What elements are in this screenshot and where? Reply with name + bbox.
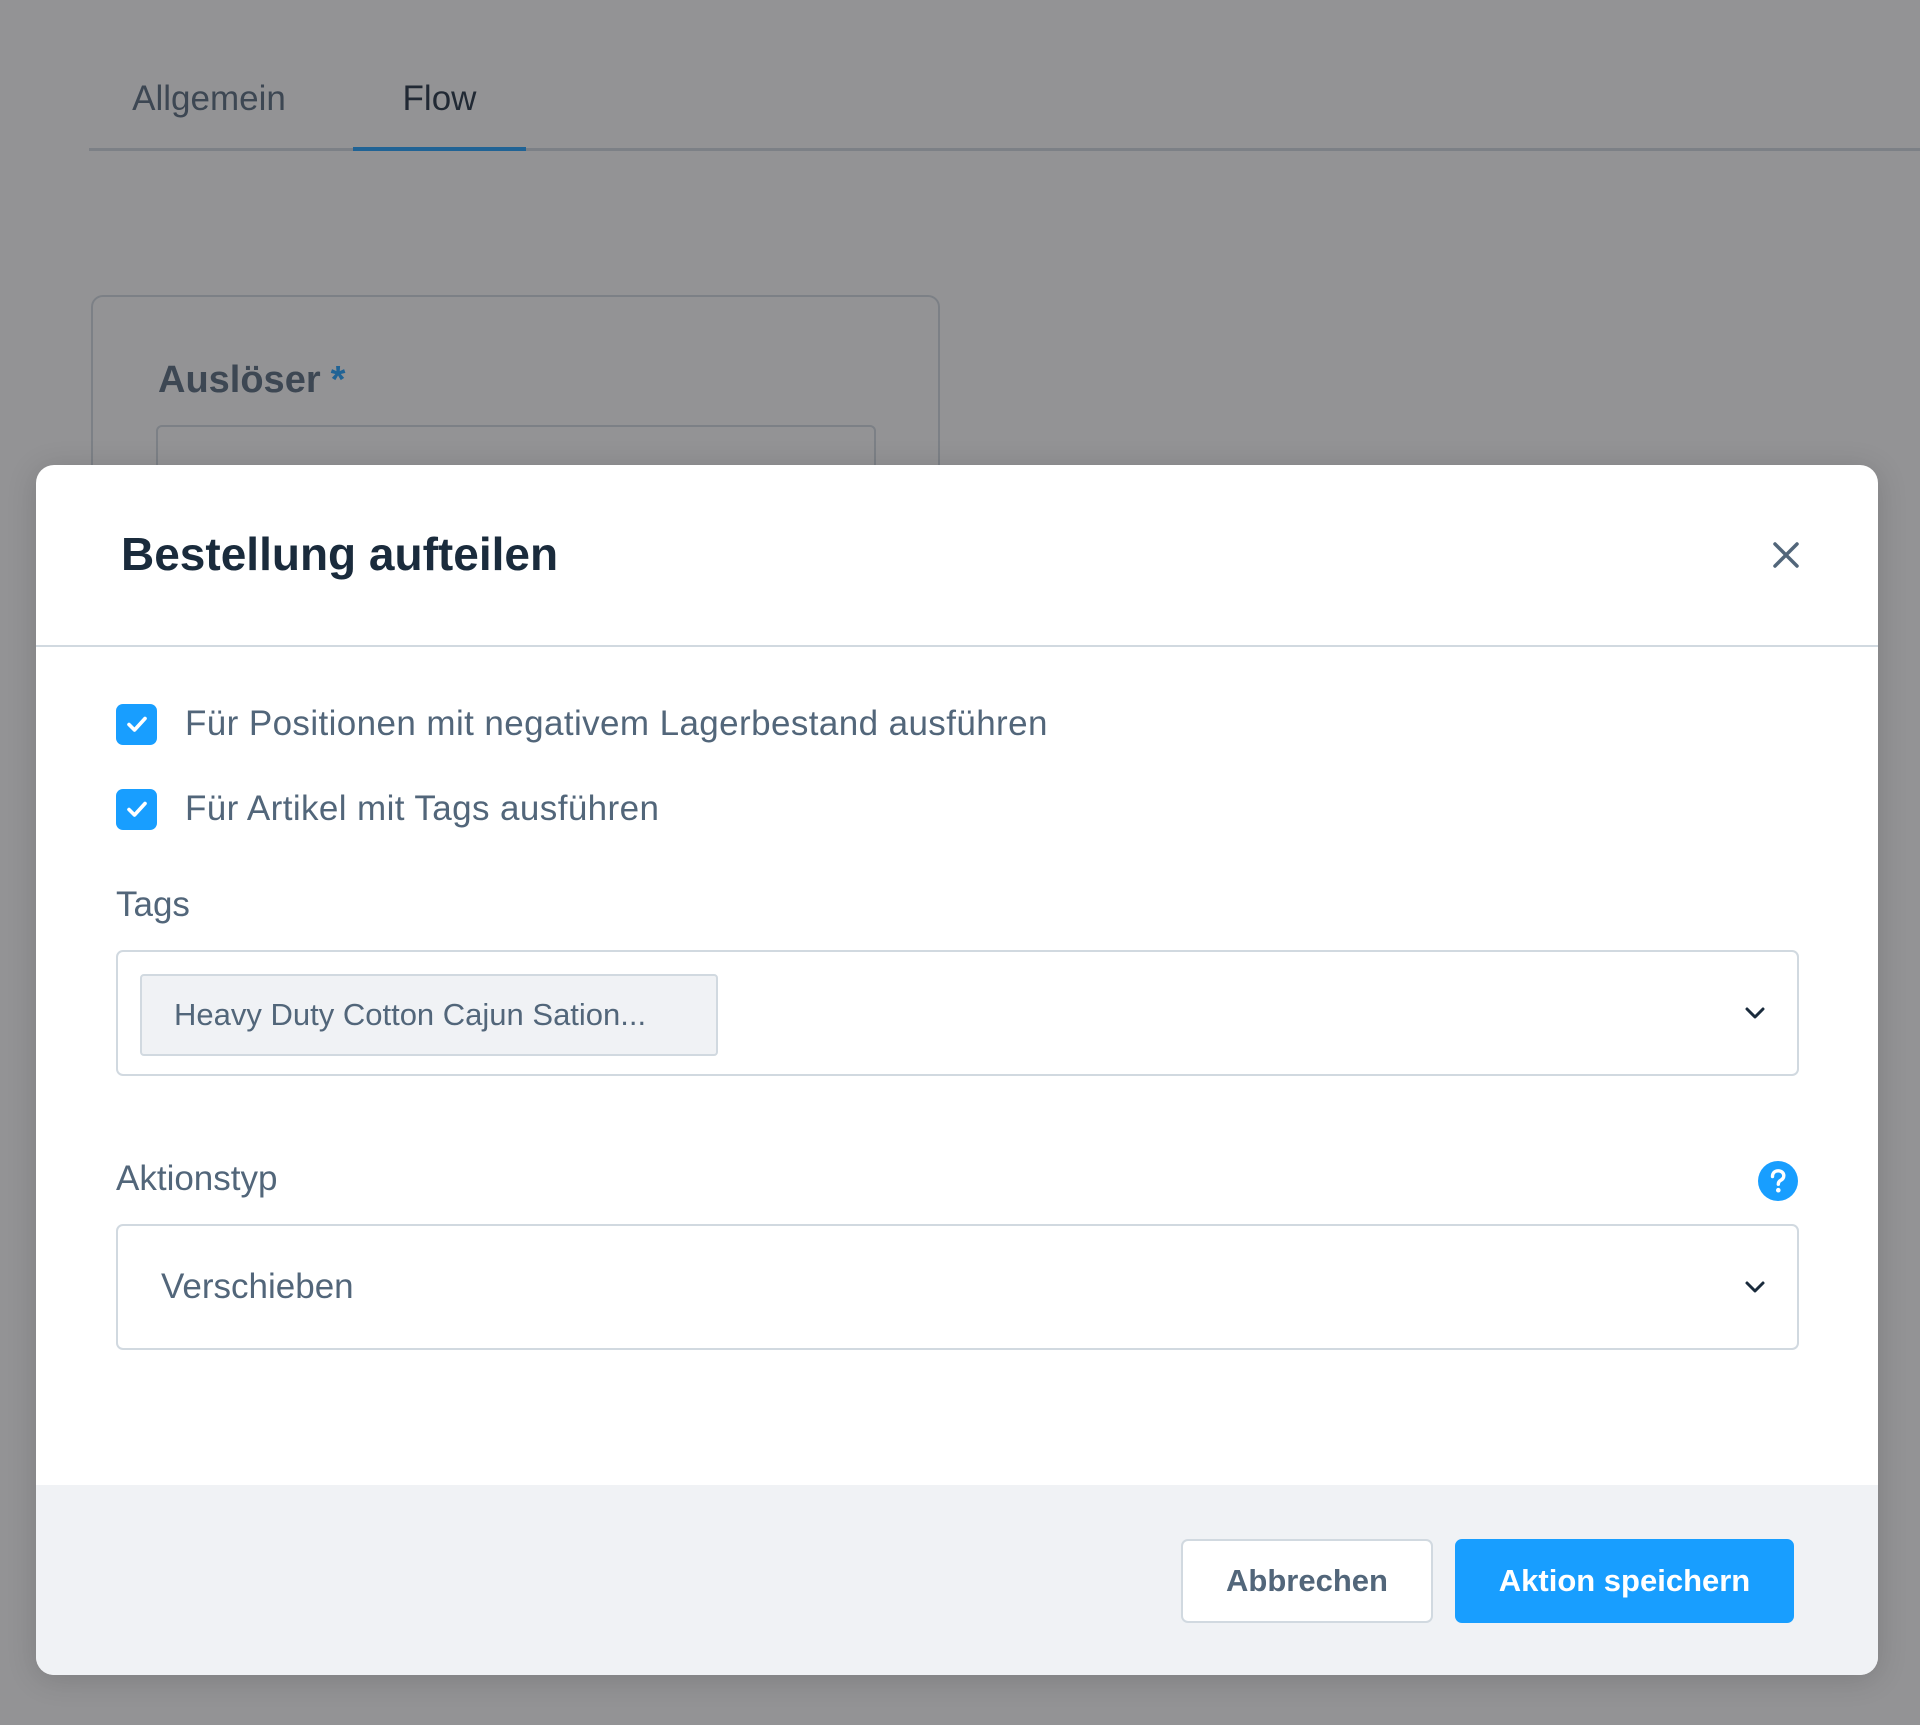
tag-chip[interactable]: Heavy Duty Cotton Cajun Sation... <box>140 974 718 1056</box>
action-type-label: Aktionstyp <box>116 1159 278 1198</box>
tags-label: Tags <box>116 885 190 924</box>
tagged-items-checkbox[interactable] <box>116 788 157 830</box>
negative-stock-option[interactable]: Für Positionen mit negativem Lagerbestan… <box>116 702 1048 746</box>
action-type-select[interactable]: Verschieben <box>116 1224 1799 1350</box>
negative-stock-label: Für Positionen mit negativem Lagerbestan… <box>185 704 1048 743</box>
close-button[interactable] <box>1756 525 1816 585</box>
modal-footer: Abbrechen Aktion speichern <box>36 1485 1878 1675</box>
modal-title: Bestellung aufteilen <box>121 528 559 580</box>
save-action-button[interactable]: Aktion speichern <box>1455 1539 1794 1623</box>
chevron-down-icon[interactable] <box>1740 998 1770 1028</box>
cancel-button[interactable]: Abbrechen <box>1181 1539 1433 1623</box>
tags-select[interactable]: Heavy Duty Cotton Cajun Sation... <box>116 950 1799 1076</box>
modal-header: Bestellung aufteilen <box>36 465 1878 647</box>
help-icon[interactable] <box>1757 1160 1799 1202</box>
tagged-items-label: Für Artikel mit Tags ausführen <box>185 789 660 828</box>
action-type-value: Verschieben <box>161 1267 354 1306</box>
checkmark-icon <box>126 716 147 732</box>
tagged-items-option[interactable]: Für Artikel mit Tags ausführen <box>116 787 659 831</box>
close-icon <box>1773 542 1799 568</box>
checkmark-icon <box>126 801 147 817</box>
negative-stock-checkbox[interactable] <box>116 703 157 745</box>
split-order-modal: Bestellung aufteilen Für Positionen mit … <box>36 465 1878 1675</box>
chevron-down-icon[interactable] <box>1740 1272 1770 1302</box>
